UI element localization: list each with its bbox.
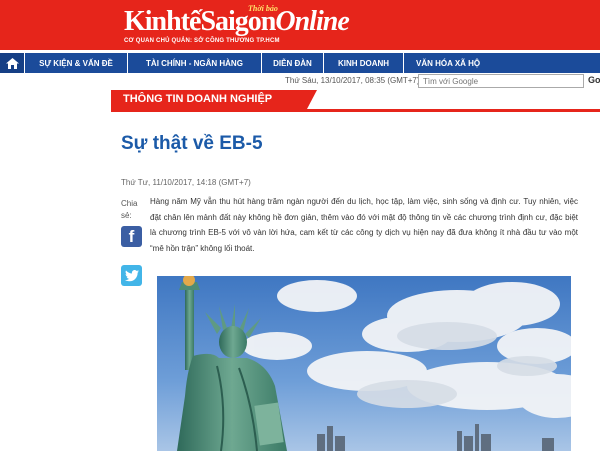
site-logo[interactable]: KinhtếSaigonOnline Thời báo CƠ QUAN CHỦ … xyxy=(124,4,384,48)
nav-item-dien-dan[interactable]: DIỄN ĐÀN xyxy=(262,53,324,73)
article-lead: Hàng năm Mỹ vẫn thu hút hàng trăm ngàn n… xyxy=(150,197,578,253)
current-date: Thứ Sáu, 13/10/2017, 08:35 (GMT+7) xyxy=(285,76,420,85)
logo-text-online: Online xyxy=(275,6,349,37)
logo-wordmark: KinhtếSaigonOnline xyxy=(124,6,350,38)
section-header: THÔNG TIN DOANH NGHIỆP xyxy=(111,90,600,112)
site-header: KinhtếSaigonOnline Thời báo CƠ QUAN CHỦ … xyxy=(0,0,600,50)
home-icon xyxy=(5,57,19,69)
nav-item-tai-chinh[interactable]: TÀI CHÍNH - NGÂN HÀNG xyxy=(128,53,262,73)
twitter-share-icon[interactable] xyxy=(121,265,142,286)
nav-item-van-hoa[interactable]: VĂN HÓA XÃ HỘ xyxy=(404,53,500,73)
share-label: Chia sẻ: xyxy=(121,199,138,220)
article-title: Sự thật về EB-5 xyxy=(121,133,263,154)
facebook-share-icon[interactable]: f xyxy=(121,226,142,247)
main-nav: SỰ KIỆN & VẤN ĐỀ TÀI CHÍNH - NGÂN HÀNG D… xyxy=(0,53,600,73)
statue-of-liberty-photo xyxy=(157,276,571,451)
logo-badge: Thời báo xyxy=(248,4,278,13)
article-photo xyxy=(157,276,571,451)
section-title[interactable]: THÔNG TIN DOANH NGHIỆP xyxy=(111,90,317,109)
nav-item-su-kien[interactable]: SỰ KIỆN & VẤN ĐỀ xyxy=(25,53,128,73)
search-input[interactable] xyxy=(418,74,584,88)
article-date: Thứ Tư, 11/10/2017, 14:18 (GMT+7) xyxy=(121,178,251,187)
search-go-button[interactable]: Go xyxy=(588,75,600,85)
logo-subtitle: CƠ QUAN CHỦ QUẢN: SỞ CÔNG THƯƠNG TP.HCM xyxy=(124,38,280,44)
nav-item-kinh-doanh[interactable]: KINH DOANH xyxy=(324,53,404,73)
nav-home[interactable] xyxy=(0,53,25,73)
